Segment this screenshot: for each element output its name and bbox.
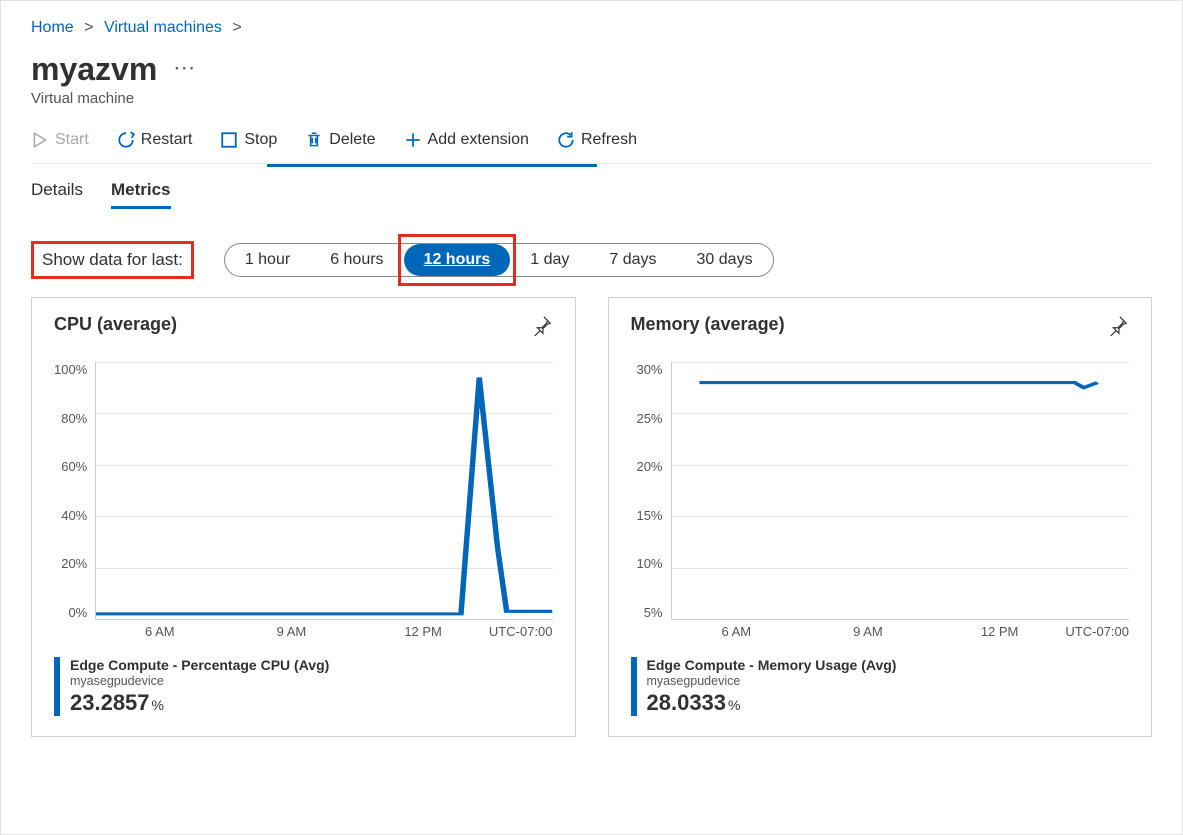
refresh-button[interactable]: Refresh bbox=[557, 131, 637, 149]
restart-icon bbox=[117, 131, 135, 149]
range-1-hour[interactable]: 1 hour bbox=[225, 244, 310, 276]
range-1-day[interactable]: 1 day bbox=[510, 244, 589, 276]
tab-details[interactable]: Details bbox=[31, 180, 83, 209]
range-30-days[interactable]: 30 days bbox=[677, 244, 773, 276]
time-range-row: Show data for last: 1 hour 6 hours 12 ho… bbox=[31, 221, 1152, 297]
refresh-icon bbox=[557, 131, 575, 149]
add-extension-button[interactable]: Add extension bbox=[404, 131, 529, 149]
breadcrumb-virtual-machines[interactable]: Virtual machines bbox=[104, 19, 222, 36]
pin-icon[interactable] bbox=[531, 314, 553, 336]
restart-button[interactable]: Restart bbox=[117, 131, 193, 149]
cpu-series-name: Edge Compute - Percentage CPU (Avg) bbox=[70, 657, 329, 673]
cpu-avg-value: 23.2857 bbox=[70, 690, 150, 715]
range-6-hours[interactable]: 6 hours bbox=[310, 244, 403, 276]
page-header: myazvm ⋯ Virtual machine bbox=[31, 51, 1152, 125]
breadcrumb: Home > Virtual machines > bbox=[31, 11, 1152, 51]
page-title: myazvm bbox=[31, 51, 157, 88]
tab-strip: Details Metrics bbox=[31, 164, 1152, 221]
start-button: Start bbox=[31, 131, 89, 149]
range-12-hours[interactable]: 12 hours bbox=[404, 244, 511, 276]
legend-color-swatch bbox=[631, 657, 637, 716]
chevron-right-icon: > bbox=[232, 19, 241, 36]
memory-chart: 30%25%20% 15%10%5% bbox=[631, 362, 1130, 620]
memory-x-axis: 6 AM9 AM 12 PMUTC-07:00 bbox=[631, 620, 1130, 639]
memory-card-title: Memory (average) bbox=[631, 314, 785, 335]
divider-accent bbox=[267, 164, 597, 167]
cpu-card: CPU (average) 100%80%60% 40%20%0% 6 AM9 … bbox=[31, 297, 576, 737]
legend-color-swatch bbox=[54, 657, 60, 716]
time-range-selector: 1 hour 6 hours 12 hours 1 day 7 days 30 … bbox=[224, 243, 774, 277]
more-actions-icon[interactable]: ⋯ bbox=[173, 55, 195, 81]
memory-legend: Edge Compute - Memory Usage (Avg) myaseg… bbox=[631, 657, 1130, 716]
cpu-plot-area[interactable] bbox=[95, 362, 552, 620]
metric-cards: CPU (average) 100%80%60% 40%20%0% 6 AM9 … bbox=[31, 297, 1152, 737]
tab-metrics[interactable]: Metrics bbox=[111, 180, 171, 209]
play-icon bbox=[31, 131, 49, 149]
memory-avg-value: 28.0333 bbox=[647, 690, 727, 715]
plus-icon bbox=[404, 131, 422, 149]
chevron-right-icon: > bbox=[84, 19, 93, 36]
stop-icon bbox=[220, 131, 238, 149]
memory-unit: % bbox=[728, 697, 740, 713]
memory-line bbox=[672, 362, 1130, 619]
cpu-line bbox=[96, 362, 552, 619]
cpu-card-title: CPU (average) bbox=[54, 314, 177, 335]
memory-y-axis: 30%25%20% 15%10%5% bbox=[631, 362, 671, 620]
memory-plot-area[interactable] bbox=[671, 362, 1130, 620]
cpu-device-name: myasegpudevice bbox=[70, 674, 329, 688]
cpu-chart: 100%80%60% 40%20%0% bbox=[54, 362, 553, 620]
stop-button[interactable]: Stop bbox=[220, 131, 277, 149]
delete-icon bbox=[305, 131, 323, 149]
cpu-x-axis: 6 AM9 AM 12 PMUTC-07:00 bbox=[54, 620, 553, 639]
cpu-legend: Edge Compute - Percentage CPU (Avg) myas… bbox=[54, 657, 553, 716]
command-bar: Start Restart Stop Delete Add extension … bbox=[31, 125, 1152, 164]
cpu-unit: % bbox=[152, 697, 164, 713]
page-subtitle: Virtual machine bbox=[31, 90, 1152, 107]
pin-icon[interactable] bbox=[1107, 314, 1129, 336]
cpu-y-axis: 100%80%60% 40%20%0% bbox=[54, 362, 95, 620]
memory-series-name: Edge Compute - Memory Usage (Avg) bbox=[647, 657, 897, 673]
breadcrumb-home[interactable]: Home bbox=[31, 19, 74, 36]
memory-device-name: myasegpudevice bbox=[647, 674, 897, 688]
time-range-label: Show data for last: bbox=[31, 241, 194, 279]
memory-card: Memory (average) 30%25%20% 15%10%5% 6 AM… bbox=[608, 297, 1153, 737]
delete-button[interactable]: Delete bbox=[305, 131, 375, 149]
range-7-days[interactable]: 7 days bbox=[589, 244, 676, 276]
